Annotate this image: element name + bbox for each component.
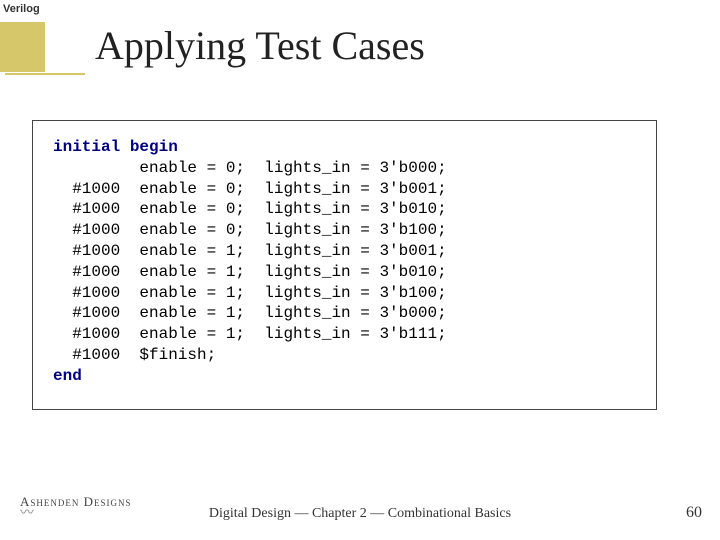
kw-initial: initial xyxy=(53,138,120,156)
code-frame: initial begin enable = 0; lights_in = 3'… xyxy=(32,120,657,410)
kw-begin: begin xyxy=(130,138,178,156)
corner-tag: Verilog xyxy=(3,3,40,15)
code-line: enable = 0; lights_in = 3'b000; xyxy=(53,159,447,177)
code-line: #1000 enable = 1; lights_in = 3'b111; xyxy=(53,325,447,343)
code-line: #1000 enable = 1; lights_in = 3'b000; xyxy=(53,304,447,322)
page-number: 60 xyxy=(686,504,702,522)
code-line: #1000 enable = 1; lights_in = 3'b010; xyxy=(53,263,447,281)
slide-title: Applying Test Cases xyxy=(95,22,425,69)
code-line: #1000 $finish; xyxy=(53,346,216,364)
title-ornament xyxy=(0,18,90,76)
code-line: #1000 enable = 1; lights_in = 3'b001; xyxy=(53,242,447,260)
footer-text: Digital Design — Chapter 2 — Combination… xyxy=(0,506,720,522)
code-line: #1000 enable = 0; lights_in = 3'b010; xyxy=(53,200,447,218)
code-line: #1000 enable = 0; lights_in = 3'b001; xyxy=(53,180,447,198)
code-line: #1000 enable = 0; lights_in = 3'b100; xyxy=(53,221,447,239)
code-block: initial begin enable = 0; lights_in = 3'… xyxy=(53,137,636,387)
code-line: #1000 enable = 1; lights_in = 3'b100; xyxy=(53,284,447,302)
kw-end: end xyxy=(53,367,82,385)
